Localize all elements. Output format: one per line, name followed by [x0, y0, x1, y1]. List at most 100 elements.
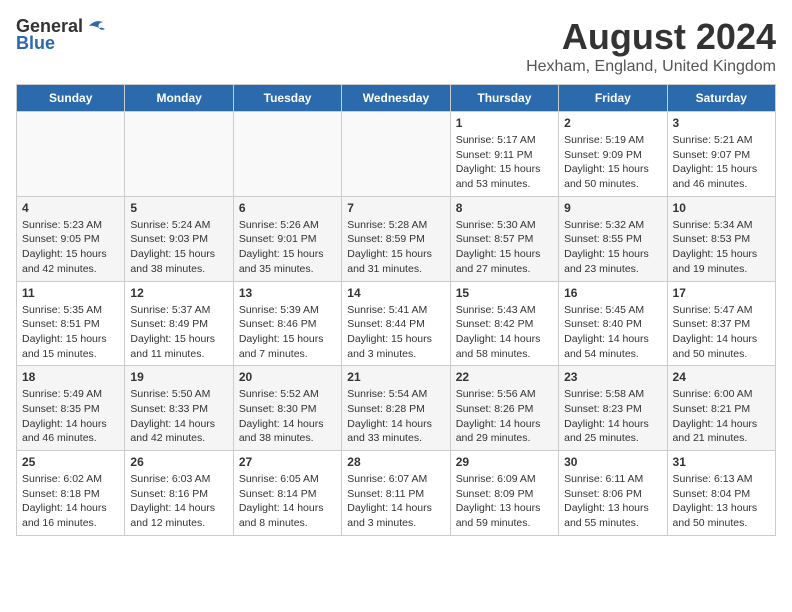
calendar-cell: 26 Sunrise: 6:03 AMSunset: 8:16 PMDayligh… [125, 451, 233, 536]
calendar-cell: 18Sunrise: 5:49 AMSunset: 8:35 PMDayligh… [17, 366, 125, 451]
calendar-cell: 30 Sunrise: 6:11 AMSunset: 8:06 PMDayligh… [559, 451, 667, 536]
calendar-cell: 4 Sunrise: 5:23 AMSunset: 9:05 PMDaylight… [17, 196, 125, 281]
calendar-cell: 25 Sunrise: 6:02 AMSunset: 8:18 PMDayligh… [17, 451, 125, 536]
day-info: Sunrise: 6:03 AMSunset: 8:16 PMDaylight:… [130, 472, 227, 531]
calendar-table: SundayMondayTuesdayWednesdayThursdayFrid… [16, 84, 776, 536]
logo-bird-icon [85, 17, 107, 35]
calendar-cell: 20 Sunrise: 5:52 AMSunset: 8:30 PMDayligh… [233, 366, 341, 451]
calendar-cell: 1 Sunrise: 5:17 AMSunset: 9:11 PMDaylight… [450, 112, 558, 197]
calendar-cell: 14Sunrise: 5:41 AMSunset: 8:44 PMDayligh… [342, 281, 450, 366]
calendar-cell: 29Sunrise: 6:09 AMSunset: 8:09 PMDayligh… [450, 451, 558, 536]
day-number: 21 [347, 370, 444, 384]
calendar-cell: 19 Sunrise: 5:50 AMSunset: 8:33 PMDayligh… [125, 366, 233, 451]
day-header-monday: Monday [125, 85, 233, 112]
day-info: Sunrise: 5:56 AMSunset: 8:26 PMDaylight:… [456, 387, 553, 446]
day-number: 9 [564, 201, 661, 215]
calendar-cell: 8 Sunrise: 5:30 AMSunset: 8:57 PMDaylight… [450, 196, 558, 281]
calendar-cell: 15 Sunrise: 5:43 AMSunset: 8:42 PMDayligh… [450, 281, 558, 366]
day-info: Sunrise: 6:00 AMSunset: 8:21 PMDaylight:… [673, 387, 770, 446]
day-number: 23 [564, 370, 661, 384]
calendar-cell: 11Sunrise: 5:35 AMSunset: 8:51 PMDayligh… [17, 281, 125, 366]
calendar-cell: 12 Sunrise: 5:37 AMSunset: 8:49 PMDayligh… [125, 281, 233, 366]
calendar-cell: 16Sunrise: 5:45 AMSunset: 8:40 PMDayligh… [559, 281, 667, 366]
day-number: 27 [239, 455, 336, 469]
day-header-friday: Friday [559, 85, 667, 112]
day-number: 1 [456, 116, 553, 130]
title-section: August 2024 Hexham, England, United King… [526, 16, 776, 76]
calendar-cell [342, 112, 450, 197]
day-info: Sunrise: 5:52 AMSunset: 8:30 PMDaylight:… [239, 387, 336, 446]
day-info: Sunrise: 5:21 AMSunset: 9:07 PMDaylight:… [673, 133, 770, 192]
day-number: 30 [564, 455, 661, 469]
calendar-cell [233, 112, 341, 197]
day-number: 29 [456, 455, 553, 469]
logo-blue-text: Blue [16, 33, 55, 54]
calendar-cell: 13Sunrise: 5:39 AMSunset: 8:46 PMDayligh… [233, 281, 341, 366]
day-number: 28 [347, 455, 444, 469]
calendar-cell: 9 Sunrise: 5:32 AMSunset: 8:55 PMDaylight… [559, 196, 667, 281]
day-info: Sunrise: 5:50 AMSunset: 8:33 PMDaylight:… [130, 387, 227, 446]
calendar-cell: 24Sunrise: 6:00 AMSunset: 8:21 PMDayligh… [667, 366, 775, 451]
day-number: 22 [456, 370, 553, 384]
calendar-week-row: 1 Sunrise: 5:17 AMSunset: 9:11 PMDaylight… [17, 112, 776, 197]
calendar-cell [17, 112, 125, 197]
day-info: Sunrise: 5:17 AMSunset: 9:11 PMDaylight:… [456, 133, 553, 192]
day-info: Sunrise: 5:19 AMSunset: 9:09 PMDaylight:… [564, 133, 661, 192]
calendar-cell: 31Sunrise: 6:13 AMSunset: 8:04 PMDayligh… [667, 451, 775, 536]
day-info: Sunrise: 5:23 AMSunset: 9:05 PMDaylight:… [22, 218, 119, 277]
day-info: Sunrise: 5:49 AMSunset: 8:35 PMDaylight:… [22, 387, 119, 446]
header: General Blue August 2024 Hexham, England… [16, 16, 776, 76]
day-info: Sunrise: 5:32 AMSunset: 8:55 PMDaylight:… [564, 218, 661, 277]
day-number: 16 [564, 286, 661, 300]
day-info: Sunrise: 5:47 AMSunset: 8:37 PMDaylight:… [673, 303, 770, 362]
calendar-cell: 7Sunrise: 5:28 AMSunset: 8:59 PMDaylight… [342, 196, 450, 281]
calendar-cell: 10 Sunrise: 5:34 AMSunset: 8:53 PMDayligh… [667, 196, 775, 281]
day-number: 12 [130, 286, 227, 300]
day-number: 10 [673, 201, 770, 215]
day-info: Sunrise: 5:30 AMSunset: 8:57 PMDaylight:… [456, 218, 553, 277]
day-number: 5 [130, 201, 227, 215]
calendar-cell: 22 Sunrise: 5:56 AMSunset: 8:26 PMDayligh… [450, 366, 558, 451]
calendar-cell: 17 Sunrise: 5:47 AMSunset: 8:37 PMDayligh… [667, 281, 775, 366]
day-info: Sunrise: 5:26 AMSunset: 9:01 PMDaylight:… [239, 218, 336, 277]
day-info: Sunrise: 6:11 AMSunset: 8:06 PMDaylight:… [564, 472, 661, 531]
day-header-sunday: Sunday [17, 85, 125, 112]
calendar-cell: 3 Sunrise: 5:21 AMSunset: 9:07 PMDaylight… [667, 112, 775, 197]
calendar-week-row: 4 Sunrise: 5:23 AMSunset: 9:05 PMDaylight… [17, 196, 776, 281]
logo: General Blue [16, 16, 107, 54]
day-number: 7 [347, 201, 444, 215]
day-header-wednesday: Wednesday [342, 85, 450, 112]
day-number: 6 [239, 201, 336, 215]
day-header-tuesday: Tuesday [233, 85, 341, 112]
day-info: Sunrise: 5:24 AMSunset: 9:03 PMDaylight:… [130, 218, 227, 277]
day-info: Sunrise: 6:05 AMSunset: 8:14 PMDaylight:… [239, 472, 336, 531]
day-number: 20 [239, 370, 336, 384]
calendar-cell: 28 Sunrise: 6:07 AMSunset: 8:11 PMDayligh… [342, 451, 450, 536]
day-number: 2 [564, 116, 661, 130]
day-info: Sunrise: 6:02 AMSunset: 8:18 PMDaylight:… [22, 472, 119, 531]
calendar-cell: 27 Sunrise: 6:05 AMSunset: 8:14 PMDayligh… [233, 451, 341, 536]
calendar-cell: 5 Sunrise: 5:24 AMSunset: 9:03 PMDaylight… [125, 196, 233, 281]
day-number: 25 [22, 455, 119, 469]
day-info: Sunrise: 6:07 AMSunset: 8:11 PMDaylight:… [347, 472, 444, 531]
day-number: 13 [239, 286, 336, 300]
day-number: 19 [130, 370, 227, 384]
day-info: Sunrise: 5:34 AMSunset: 8:53 PMDaylight:… [673, 218, 770, 277]
day-number: 14 [347, 286, 444, 300]
day-info: Sunrise: 5:43 AMSunset: 8:42 PMDaylight:… [456, 303, 553, 362]
day-info: Sunrise: 5:37 AMSunset: 8:49 PMDaylight:… [130, 303, 227, 362]
day-number: 3 [673, 116, 770, 130]
calendar-cell: 21 Sunrise: 5:54 AMSunset: 8:28 PMDayligh… [342, 366, 450, 451]
day-number: 17 [673, 286, 770, 300]
day-number: 8 [456, 201, 553, 215]
calendar-header-row: SundayMondayTuesdayWednesdayThursdayFrid… [17, 85, 776, 112]
day-number: 15 [456, 286, 553, 300]
location: Hexham, England, United Kingdom [526, 58, 776, 76]
day-info: Sunrise: 5:58 AMSunset: 8:23 PMDaylight:… [564, 387, 661, 446]
day-info: Sunrise: 6:13 AMSunset: 8:04 PMDaylight:… [673, 472, 770, 531]
day-info: Sunrise: 5:54 AMSunset: 8:28 PMDaylight:… [347, 387, 444, 446]
day-number: 4 [22, 201, 119, 215]
calendar-week-row: 18Sunrise: 5:49 AMSunset: 8:35 PMDayligh… [17, 366, 776, 451]
calendar-cell: 23 Sunrise: 5:58 AMSunset: 8:23 PMDayligh… [559, 366, 667, 451]
day-number: 26 [130, 455, 227, 469]
